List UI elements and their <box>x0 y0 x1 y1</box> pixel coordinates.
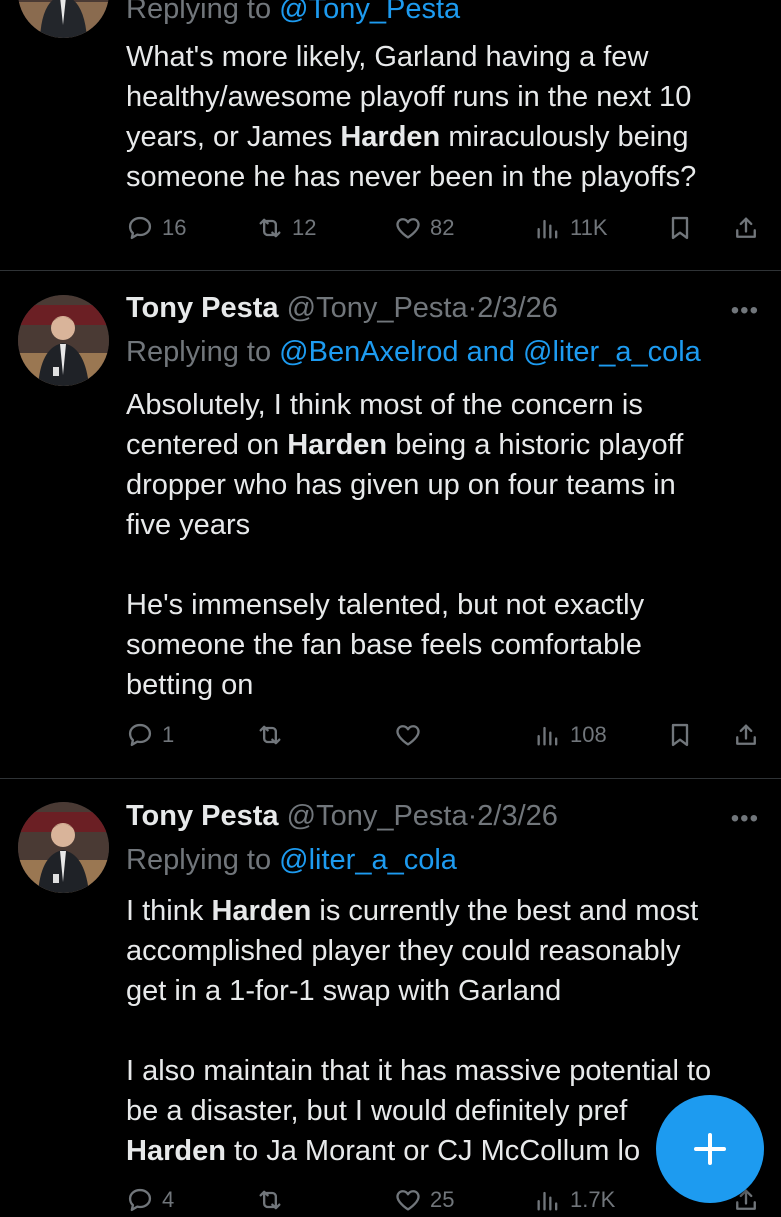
replying-to-line: Replying to @BenAxelrod and @liter_a_col… <box>126 336 701 368</box>
retweet-icon <box>259 218 281 238</box>
like-button[interactable] <box>394 718 422 752</box>
user-handle[interactable]: @Tony_Pesta <box>287 800 468 832</box>
avatar[interactable] <box>18 802 109 893</box>
reply-icon <box>128 1188 152 1212</box>
display-name[interactable]: Tony Pesta <box>126 800 279 832</box>
tweet-date[interactable]: 2/3/26 <box>477 292 558 324</box>
views-button[interactable]: 108 <box>534 718 607 752</box>
replying-to-line: Replying to @Tony_Pesta <box>126 0 460 26</box>
bold-word: Harden <box>340 121 441 153</box>
reply-button[interactable]: 16 <box>126 211 186 245</box>
heart-icon <box>396 218 420 239</box>
tweet-header: Tony Pesta @Tony_Pesta·2/3/26 <box>126 799 558 833</box>
retweet-icon <box>259 725 281 745</box>
bold-word: Harden <box>211 895 312 927</box>
bookmark-button[interactable] <box>666 211 694 245</box>
more-options-button[interactable]: ••• <box>731 807 759 831</box>
bookmark-icon <box>671 723 689 747</box>
retweet-button[interactable] <box>256 1183 284 1217</box>
retweet-button[interactable]: 12 <box>256 211 316 245</box>
share-button[interactable] <box>732 718 760 752</box>
bookmark-button[interactable] <box>666 718 694 752</box>
separator-dot: · <box>467 800 478 832</box>
mention-link[interactable]: @BenAxelrod <box>279 336 458 368</box>
share-icon <box>736 217 756 238</box>
heart-icon <box>396 1190 420 1211</box>
share-button[interactable] <box>732 211 760 245</box>
avatar[interactable] <box>18 0 109 38</box>
action-bar: 1 108 <box>126 718 766 752</box>
mention-link[interactable]: @Tony_Pesta <box>279 0 460 25</box>
views-button[interactable]: 1.7K <box>534 1183 615 1217</box>
mention-link[interactable]: @liter_a_cola <box>523 336 701 368</box>
action-bar: 16 12 82 11K <box>126 211 766 245</box>
reply-button[interactable]: 1 <box>126 718 174 752</box>
user-handle[interactable]: @Tony_Pesta <box>287 292 468 324</box>
reply-button[interactable]: 4 <box>126 1183 174 1217</box>
tweet-2[interactable]: Tony Pesta @Tony_Pesta·2/3/26 ••• Replyi… <box>0 271 781 778</box>
bold-word: Harden <box>287 429 388 461</box>
reply-icon <box>128 723 152 747</box>
replying-to-line: Replying to @liter_a_cola <box>126 844 457 876</box>
like-button[interactable]: 82 <box>394 211 454 245</box>
avatar[interactable] <box>18 295 109 386</box>
like-button[interactable]: 25 <box>394 1183 454 1217</box>
display-name[interactable]: Tony Pesta <box>126 292 279 324</box>
mention-link[interactable]: @liter_a_cola <box>279 844 457 876</box>
views-icon <box>537 1191 558 1211</box>
views-icon <box>537 219 558 239</box>
compose-button[interactable] <box>656 1095 764 1203</box>
views-icon <box>537 726 558 746</box>
retweet-button[interactable] <box>256 718 284 752</box>
tweet-header: Tony Pesta @Tony_Pesta·2/3/26 <box>126 291 558 325</box>
tweet-text: What's more likely, Garland having a few… <box>126 41 697 193</box>
separator-dot: · <box>467 292 478 324</box>
plus-icon <box>694 1133 726 1165</box>
tweet-date[interactable]: 2/3/26 <box>477 800 558 832</box>
retweet-icon <box>259 1190 281 1210</box>
bold-word: Harden <box>126 1135 226 1167</box>
heart-icon <box>396 725 420 746</box>
bookmark-icon <box>671 216 689 240</box>
reply-icon <box>128 216 152 240</box>
more-options-button[interactable]: ••• <box>731 299 759 323</box>
views-button[interactable]: 11K <box>534 211 608 245</box>
tweet-text: Absolutely, I think most of the concern … <box>126 389 684 701</box>
tweet-1[interactable]: Replying to @Tony_Pesta What's more like… <box>0 0 781 270</box>
action-bar: 4 25 1.7K <box>126 1183 766 1217</box>
share-icon <box>736 724 756 745</box>
